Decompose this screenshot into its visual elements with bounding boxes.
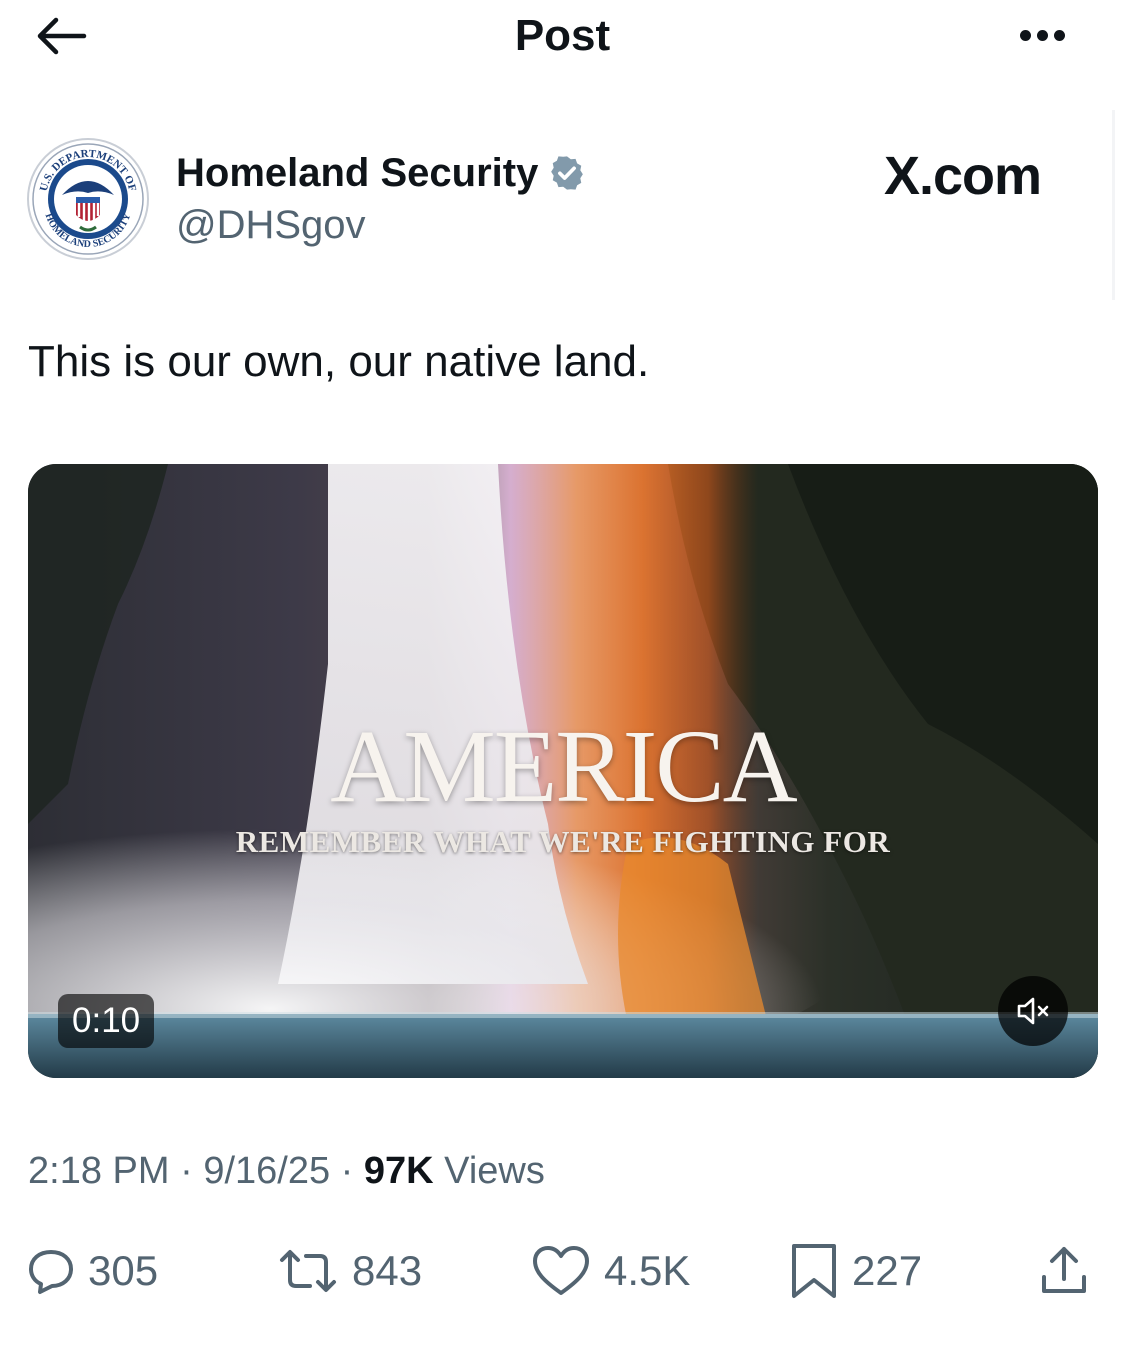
views-count: 97K <box>363 1150 434 1192</box>
source-label: X.com <box>884 146 1042 206</box>
author-name-text: Homeland Security <box>176 151 539 195</box>
reply-icon <box>29 1250 73 1294</box>
video-subtitle-text: REMEMBER WHAT WE'RE FIGHTING FOR <box>235 824 891 859</box>
verified-badge-icon <box>551 156 584 190</box>
post-meta: 2:18 PM · 9/16/25 · 97K Views <box>28 1150 545 1192</box>
video-duration-badge: 0:10 <box>58 994 155 1048</box>
repost-button[interactable]: 843 <box>276 1242 422 1300</box>
avatar[interactable]: U.S. DEPARTMENT OF HOMELAND SECURITY <box>26 137 150 261</box>
mute-toggle-button[interactable] <box>998 976 1068 1046</box>
video-title-text: AMERICA <box>330 709 798 824</box>
video-player[interactable]: AMERICA REMEMBER WHAT WE'RE FIGHTING FOR… <box>28 464 1098 1078</box>
share-icon <box>1042 1247 1086 1293</box>
share-button[interactable] <box>1036 1242 1092 1300</box>
post-date: 9/16/25 <box>203 1150 331 1192</box>
repost-count: 843 <box>352 1247 423 1294</box>
more-options-button[interactable] <box>1006 20 1078 50</box>
post-text: This is our own, our native land. <box>28 337 650 386</box>
like-button[interactable]: 4.5K <box>530 1242 690 1300</box>
repost-icon <box>280 1250 336 1292</box>
reply-count: 305 <box>88 1247 159 1294</box>
views-label: Views <box>444 1150 545 1192</box>
dhs-seal-image: U.S. DEPARTMENT OF HOMELAND SECURITY <box>27 138 149 260</box>
bookmark-button[interactable]: 227 <box>788 1242 922 1300</box>
more-dot <box>1053 29 1065 41</box>
like-count: 4.5K <box>604 1247 691 1294</box>
more-dot <box>1036 29 1048 41</box>
bookmark-count: 227 <box>852 1247 923 1294</box>
divider <box>1112 110 1115 300</box>
heart-icon <box>533 1246 589 1295</box>
speaker-muted-icon <box>1017 997 1049 1025</box>
more-horizontal-icon <box>1019 29 1031 41</box>
reply-button[interactable]: 305 <box>26 1242 158 1300</box>
author-display-name[interactable]: Homeland Security <box>176 149 586 197</box>
page-title: Post <box>514 11 611 60</box>
author-handle[interactable]: @DHSgov <box>176 201 366 249</box>
post-time: 2:18 PM <box>28 1150 170 1192</box>
bookmark-icon <box>792 1244 836 1298</box>
